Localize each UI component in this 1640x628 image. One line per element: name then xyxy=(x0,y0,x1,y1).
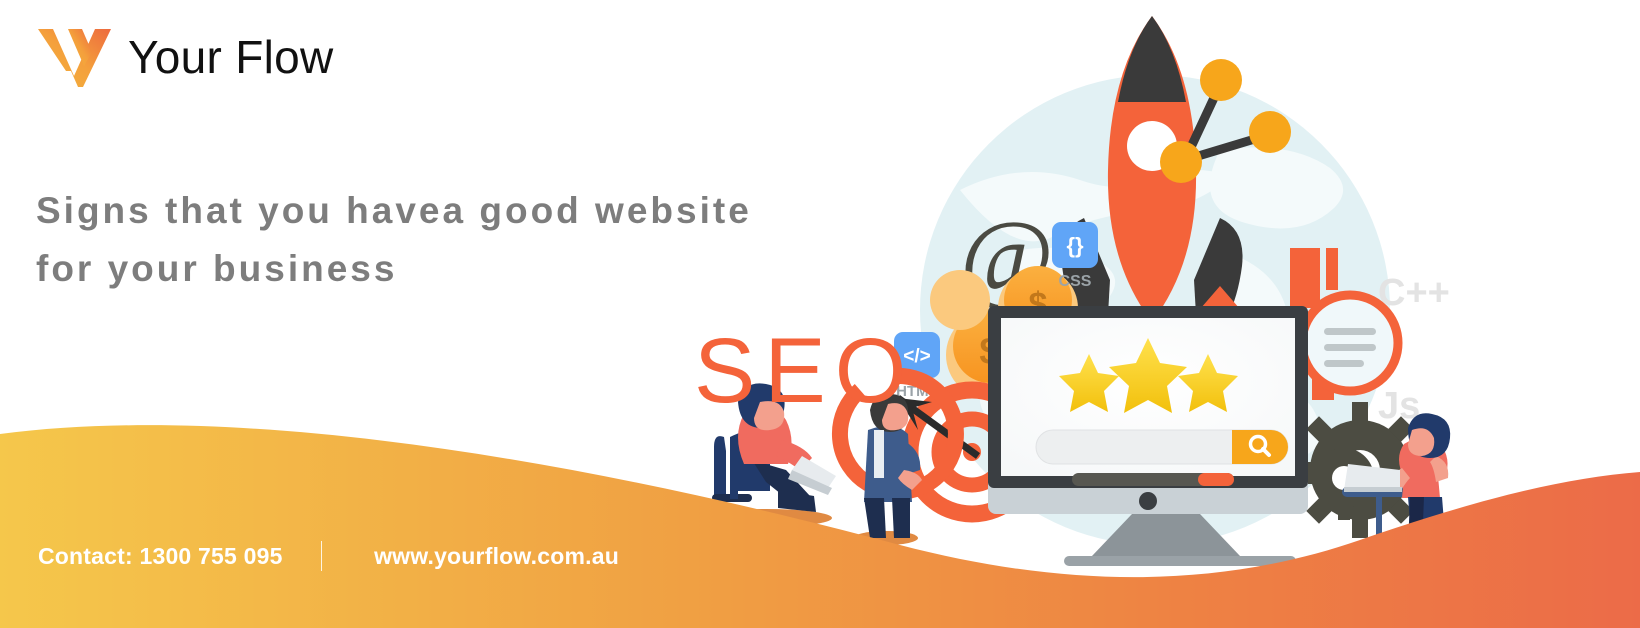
css-badge: {} CSS xyxy=(1052,222,1098,290)
contact-phone[interactable]: Contact: 1300 755 095 xyxy=(38,543,283,570)
search-bar[interactable] xyxy=(1035,429,1289,465)
svg-text:{}: {} xyxy=(1066,233,1084,258)
brand-name: Your Flow xyxy=(128,31,334,83)
brand-logo[interactable]: Your Flow xyxy=(36,26,334,88)
marketing-banner: @ $ $ {} CSS xyxy=(0,0,1640,628)
svg-text:CSS: CSS xyxy=(1059,273,1092,290)
footer-divider xyxy=(320,541,323,571)
website-url[interactable]: www.yourflow.com.au xyxy=(374,543,619,570)
hero-illustration: @ $ $ {} CSS xyxy=(660,0,1640,628)
page-title: Signs that you havea good website for yo… xyxy=(36,182,916,298)
monitor xyxy=(988,306,1308,566)
headline-line-2: for your business xyxy=(36,248,398,289)
progress-bar xyxy=(1072,473,1234,486)
svg-text:C++: C++ xyxy=(1378,272,1450,314)
footer-contact-bar: Contact: 1300 755 095 www.yourflow.com.a… xyxy=(38,541,619,571)
seo-wordmark: SEO xyxy=(694,320,916,422)
cpp-label: C++ xyxy=(1378,272,1450,314)
v-flow-logo-icon xyxy=(36,26,114,88)
headline-line-1: Signs that you havea good website xyxy=(36,190,752,231)
